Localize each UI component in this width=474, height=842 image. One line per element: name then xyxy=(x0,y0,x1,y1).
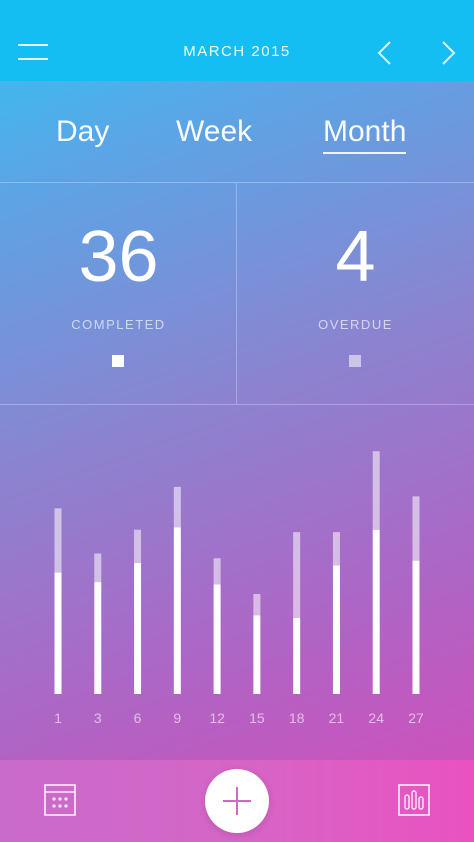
tab-week[interactable]: Week xyxy=(176,115,252,149)
bar-overdue xyxy=(54,508,62,573)
completed-legend-swatch xyxy=(112,355,124,367)
calendar-icon[interactable] xyxy=(44,784,76,816)
x-tick-label: 21 xyxy=(329,710,345,726)
plus-icon xyxy=(223,787,251,815)
completed-stat: 36 COMPLETED xyxy=(0,183,237,404)
x-tick-label: 18 xyxy=(289,710,305,726)
bar-overdue xyxy=(253,594,261,616)
x-tick-label: 9 xyxy=(173,710,181,726)
bar-overdue xyxy=(134,529,142,564)
bar-completed xyxy=(213,584,221,694)
overdue-label: OVERDUE xyxy=(318,317,393,332)
chevron-right-icon[interactable] xyxy=(433,38,461,68)
bar-chart-icon[interactable] xyxy=(398,784,430,816)
bar-overdue xyxy=(372,451,380,530)
bar-overdue xyxy=(173,486,181,528)
overdue-legend-swatch xyxy=(349,355,361,367)
x-tick-label: 12 xyxy=(209,710,225,726)
x-tick-label: 15 xyxy=(249,710,265,726)
bar-overdue xyxy=(213,558,221,585)
bar-overdue xyxy=(412,496,420,561)
x-tick-label: 24 xyxy=(368,710,384,726)
tab-month[interactable]: Month xyxy=(323,115,407,154)
bar-completed xyxy=(253,615,261,694)
chevron-left-icon[interactable] xyxy=(372,38,400,68)
bar-completed xyxy=(54,572,62,694)
x-tick-label: 6 xyxy=(134,710,142,726)
page-title: MARCH 2015 xyxy=(183,43,291,60)
x-tick-label: 1 xyxy=(54,710,62,726)
bottom-toolbar xyxy=(0,760,474,842)
header-bar: MARCH 2015 xyxy=(0,0,474,81)
bar-completed xyxy=(412,560,420,694)
bar-completed xyxy=(293,617,301,694)
completed-label: COMPLETED xyxy=(71,317,166,332)
range-tabs: Day Week Month xyxy=(0,81,474,182)
bar-overdue xyxy=(293,532,301,618)
bar-chart-svg: 1 3 6 9 12 15 18 21 24 27 xyxy=(54,451,424,726)
bar-completed xyxy=(134,563,142,694)
bar-overdue xyxy=(94,553,102,583)
x-tick-label: 3 xyxy=(94,710,102,726)
bar-overdue xyxy=(332,532,340,566)
bar-completed xyxy=(332,565,340,694)
add-button[interactable] xyxy=(205,769,269,833)
tab-day[interactable]: Day xyxy=(56,115,109,149)
monthly-bar-chart: 1 3 6 9 12 15 18 21 24 27 xyxy=(0,405,474,740)
bar-completed xyxy=(173,527,181,694)
bar-completed xyxy=(372,529,380,694)
completed-count: 36 xyxy=(78,217,159,297)
bar-completed xyxy=(94,582,102,694)
x-tick-label: 27 xyxy=(408,710,424,726)
overdue-stat: 4 OVERDUE xyxy=(237,183,474,404)
app-screen: MARCH 2015 Day Week Month 36 COMPLETED 4… xyxy=(0,0,474,842)
overdue-count: 4 xyxy=(335,217,376,297)
